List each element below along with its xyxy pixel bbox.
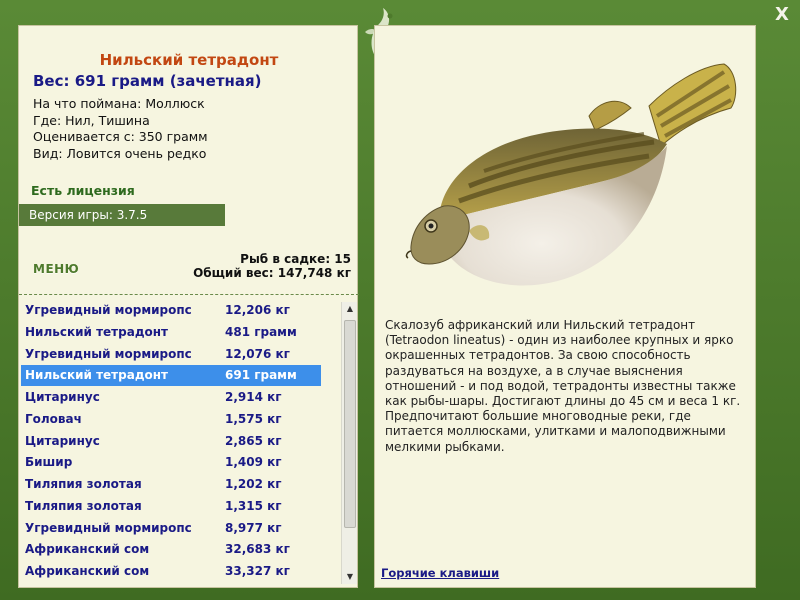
list-item[interactable]: Бишир 1,409 кг bbox=[21, 452, 321, 473]
catch-name: Цитаринус bbox=[25, 433, 100, 448]
caught-with-text: На что поймана: Моллюск bbox=[33, 96, 205, 111]
catch-name: Нильский тетрадонт bbox=[25, 368, 168, 383]
divider bbox=[19, 294, 359, 295]
rarity-text: Вид: Ловится очень редко bbox=[33, 145, 207, 161]
cage-stats: Рыб в садке: 15 Общий вес: 147,748 кг bbox=[193, 252, 351, 280]
cage-total-weight: Общий вес: 147,748 кг bbox=[193, 266, 351, 280]
window-frame: X Нильский тетрадонт Вес: 691 грамм (зач… bbox=[0, 0, 800, 600]
catch-list-scrollbar[interactable]: ▲ ▼ bbox=[341, 302, 357, 584]
catch-name: Цитаринус bbox=[25, 390, 100, 404]
list-item[interactable]: Цитаринус 2,914 кг bbox=[21, 387, 321, 408]
catch-weight: 1,409 кг bbox=[225, 455, 282, 470]
arrow-down-icon[interactable]: ▼ bbox=[342, 570, 358, 584]
catch-weight: 2,865 кг bbox=[225, 433, 282, 448]
list-item[interactable]: Цитаринус 2,865 кг bbox=[21, 431, 321, 452]
catch-name: Тиляпия золотая bbox=[25, 477, 142, 491]
list-item[interactable]: Африканский сом 33,327 кг bbox=[21, 561, 321, 582]
catch-name: Угревидный мормиропс bbox=[25, 346, 192, 361]
catch-name: Бишир bbox=[25, 455, 73, 470]
close-button[interactable]: X bbox=[772, 4, 792, 26]
fish-name: Нильский тетрадонт bbox=[99, 51, 279, 69]
list-item[interactable]: Тиляпия золотая 1,315 кг bbox=[21, 496, 321, 517]
fish-info-panel: Нильский тетрадонт Вес: 691 грамм (зачет… bbox=[18, 25, 359, 588]
catch-name: Угревидный мормиропс bbox=[25, 303, 192, 317]
arrow-up-icon[interactable]: ▲ bbox=[342, 302, 358, 316]
catch-weight: 32,683 кг bbox=[225, 542, 290, 557]
fish-image bbox=[405, 63, 737, 286]
catch-weight: 33,327 кг bbox=[225, 564, 290, 578]
catch-name: Нильский тетрадонт bbox=[25, 324, 168, 339]
list-item[interactable]: Угревидный мормиропс 12,076 кг bbox=[21, 344, 321, 365]
catch-name: Угревидный мормиропс bbox=[25, 520, 192, 535]
catch-weight: 691 грамм bbox=[225, 368, 297, 383]
cage-count: Рыб в садке: 15 bbox=[240, 252, 351, 266]
menu-button[interactable]: МЕНЮ bbox=[33, 262, 79, 276]
close-icon[interactable]: X bbox=[775, 4, 789, 25]
list-item[interactable]: Нильский тетрадонт 481 грамм bbox=[21, 322, 321, 343]
scroll-thumb[interactable] bbox=[344, 320, 356, 528]
catch-weight: 1,315 кг bbox=[225, 498, 282, 513]
list-item[interactable]: Угревидный мормиропс 8,977 кг bbox=[21, 518, 321, 539]
list-item[interactable]: Африканский сом 32,683 кг bbox=[21, 539, 321, 560]
fish-details: На что поймана: Моллюск Где: Нил, Тишина… bbox=[33, 96, 208, 162]
catch-name: Головач bbox=[25, 411, 82, 426]
list-item[interactable]: Тиляпия золотая 1,202 кг bbox=[21, 474, 321, 495]
catch-weight: 1,202 кг bbox=[225, 477, 282, 491]
list-item[interactable]: Угревидный мормиропс 12,206 кг bbox=[21, 300, 321, 321]
catch-weight: 2,914 кг bbox=[225, 390, 282, 404]
catch-name: Тиляпия золотая bbox=[25, 498, 142, 513]
list-item[interactable]: Нильский тетрадонт 691 грамм bbox=[21, 365, 321, 387]
fish-weight: Вес: 691 грамм (зачетная) bbox=[33, 72, 262, 90]
catch-list[interactable]: Угревидный мормиропс 12,206 кг Нильский те… bbox=[19, 298, 341, 588]
catch-name: Африканский сом bbox=[25, 564, 150, 578]
catch-weight: 12,206 кг bbox=[225, 303, 290, 317]
license-status: Есть лицензия bbox=[31, 183, 135, 198]
list-item[interactable]: Головач 1,575 кг bbox=[21, 409, 321, 430]
valued-from-text: Оценивается с: 350 грамм bbox=[33, 129, 208, 144]
fish-description-panel: Скалозуб африканский или Нильский тетрад… bbox=[374, 25, 756, 588]
location-text: Где: Нил, Тишина bbox=[33, 112, 150, 128]
hotkeys-link[interactable]: Горячие клавиши bbox=[381, 566, 499, 580]
catch-weight: 12,076 кг bbox=[225, 346, 290, 361]
catch-weight: 1,575 кг bbox=[225, 411, 282, 426]
catch-weight: 8,977 кг bbox=[225, 520, 282, 535]
catch-name: Африканский сом bbox=[25, 542, 150, 557]
catch-weight: 481 грамм bbox=[225, 324, 297, 339]
fish-description: Скалозуб африканский или Нильский тетрад… bbox=[385, 318, 741, 454]
version-bar: Версия игры: 3.7.5 bbox=[19, 204, 225, 226]
